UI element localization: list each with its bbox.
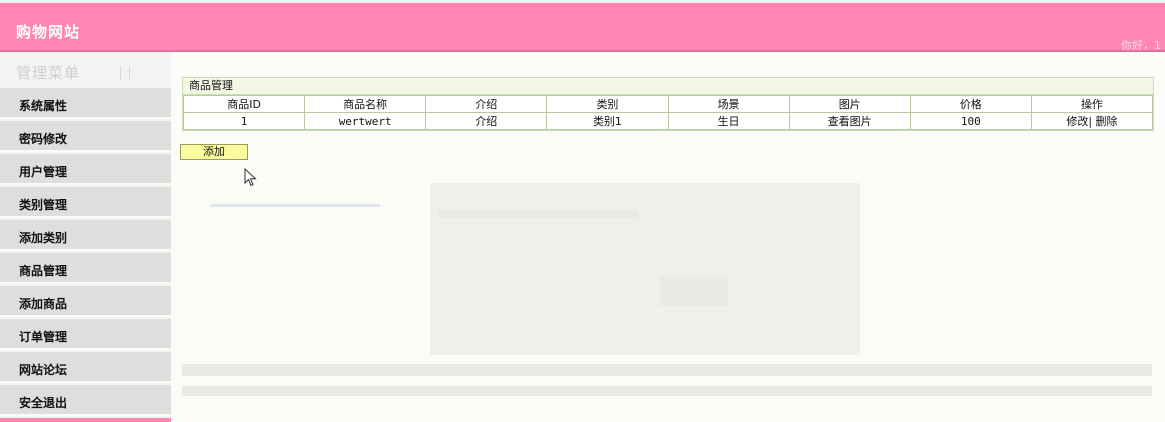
ghost-artifact: [182, 364, 1152, 376]
ghost-artifact: [182, 386, 1152, 396]
cell-category: 类别1: [546, 112, 669, 130]
mouse-pointer-icon: [244, 167, 258, 191]
sidebar-item-category-management[interactable]: 类别管理: [0, 187, 171, 218]
cell-product-id: 1: [182, 112, 306, 130]
column-header-category: 类别: [546, 95, 669, 113]
ghost-artifact: [660, 276, 728, 306]
ghost-artifact: [438, 210, 638, 218]
column-header-intro: 介绍: [425, 95, 548, 113]
cell-product-name: wertwert: [304, 112, 427, 130]
site-title: 购物网站: [16, 23, 81, 41]
sidebar-title-mark: [120, 66, 130, 80]
sidebar-item-label: 安全退出: [19, 396, 68, 410]
action-separator: |: [1088, 115, 1093, 128]
table-row: 1 wertwert 介绍 类别1 生日 查看图片 100 修改| 删除: [182, 112, 1154, 130]
edit-link[interactable]: 修改: [1066, 115, 1088, 128]
column-header-price: 价格: [909, 95, 1032, 113]
sidebar-item-forum[interactable]: 网站论坛: [0, 352, 171, 383]
column-header-id: 商品ID: [182, 95, 306, 113]
cell-actions: 修改| 删除: [1030, 112, 1154, 130]
sidebar-item-label: 系统属性: [19, 99, 68, 113]
sidebar-item-product-management[interactable]: 商品管理: [0, 253, 171, 284]
sidebar-item-label: 网站论坛: [19, 363, 68, 377]
sidebar-item-label: 添加商品: [19, 297, 68, 311]
column-header-name: 商品名称: [304, 95, 427, 113]
header-bar: 购物网站 你好，1: [0, 3, 1165, 52]
add-button[interactable]: 添加: [180, 144, 248, 160]
sidebar-item-label: 密码修改: [19, 132, 68, 146]
sidebar-item-label: 类别管理: [19, 198, 68, 212]
sidebar-item-system-properties[interactable]: 系统属性: [0, 88, 171, 119]
sidebar-item-label: 订单管理: [19, 330, 68, 344]
intro-link[interactable]: 介绍: [425, 112, 548, 130]
sidebar-item-label: 用户管理: [19, 165, 68, 179]
ghost-artifact: [210, 204, 380, 207]
sidebar-item-order-management[interactable]: 订单管理: [0, 319, 171, 350]
sidebar-item-add-category[interactable]: 添加类别: [0, 220, 171, 251]
sidebar: 管理菜单 系统属性 密码修改 用户管理 类别管理 添加类别 商品管理 添加商品 …: [0, 52, 171, 422]
ghost-artifact: [430, 183, 860, 355]
sidebar-item-label: 商品管理: [19, 264, 68, 278]
header-divider: [0, 50, 1165, 52]
table-header-row: 商品ID 商品名称 介绍 类别 场景 图片 价格 操作: [182, 95, 1154, 113]
product-table: 商品ID 商品名称 介绍 类别 场景 图片 价格 操作 1 wertwert 介…: [182, 95, 1154, 130]
column-header-scene: 场景: [667, 95, 790, 113]
sidebar-item-label: 添加类别: [19, 231, 68, 245]
sidebar-item-change-password[interactable]: 密码修改: [0, 121, 171, 152]
sidebar-item-user-management[interactable]: 用户管理: [0, 154, 171, 185]
product-management-panel: 商品管理 商品ID 商品名称 介绍 类别 场景 图片 价格 操作 1 wertw…: [182, 77, 1154, 131]
view-image-link[interactable]: 查看图片: [788, 112, 911, 130]
column-header-image: 图片: [788, 95, 911, 113]
sidebar-title: 管理菜单: [16, 64, 81, 82]
panel-title: 商品管理: [183, 78, 1153, 95]
sidebar-item-logout[interactable]: 安全退出: [0, 385, 171, 416]
column-header-actions: 操作: [1030, 95, 1154, 113]
sidebar-bottom-bar: [0, 418, 171, 422]
cell-price: 100: [909, 112, 1032, 130]
delete-link[interactable]: 删除: [1096, 115, 1118, 128]
cell-scene: 生日: [667, 112, 790, 130]
sidebar-item-add-product[interactable]: 添加商品: [0, 286, 171, 317]
